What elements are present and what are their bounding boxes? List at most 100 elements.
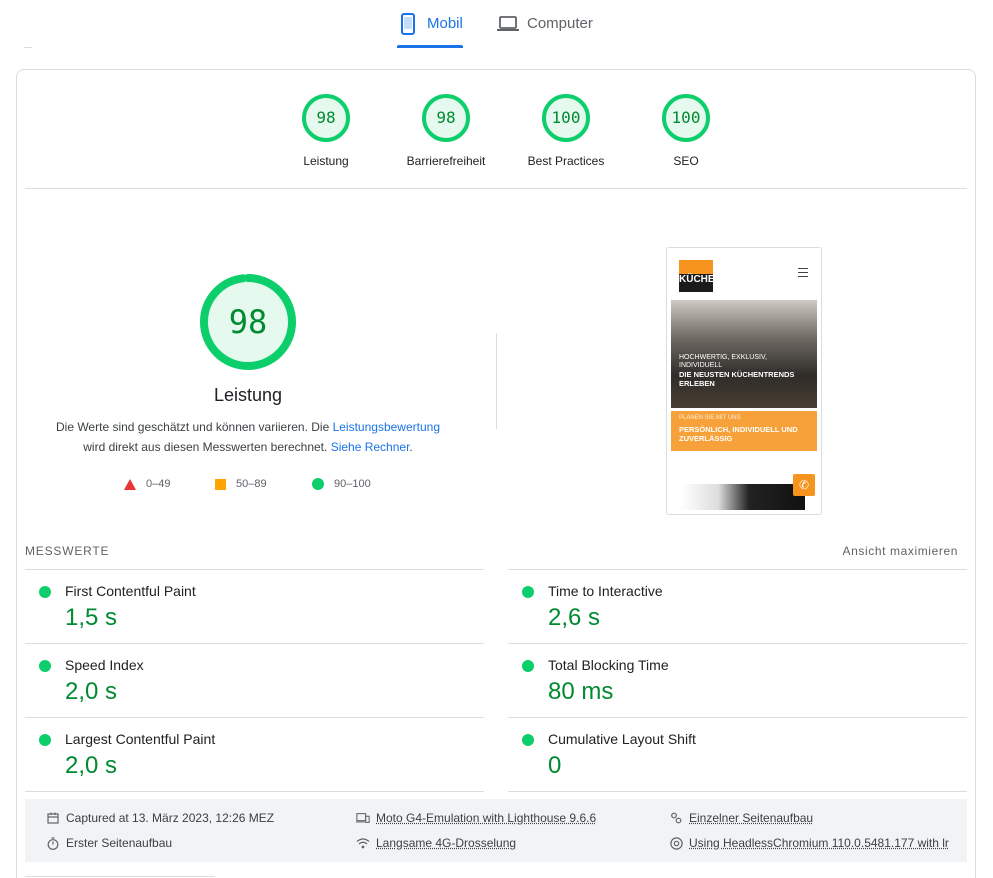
pass-circle-icon [39,586,51,598]
category-gauge[interactable]: 98 Leistung [266,92,386,168]
tab-desktop-label: Computer [527,10,593,38]
category-score: 98 [266,92,386,144]
divider [25,876,215,877]
single-session-text: Einzelner Seitenaufbau [689,811,813,825]
hero-subtitle: HOCHWERTIG, EXKLUSIV, INDIVIDUELL [679,354,779,370]
performance-title: Leistung [148,385,348,406]
browser-version[interactable]: Using HeadlessChromium 110.0.5481.177 wi… [669,835,949,851]
divider [24,47,32,48]
smartphone-icon [397,10,419,38]
metric-value: 2,0 s [65,678,117,706]
metric-title: Largest Contentful Paint [65,731,215,747]
metric-value: 2,0 s [65,752,117,780]
category-gauge[interactable]: 100 Best Practices [506,92,626,168]
pass-circle-icon [522,586,534,598]
hero-title: DIE NEUSTEN KÜCHENTRENDS ERLEBEN [679,370,809,388]
metric-tbt: Total Blocking Time 80 ms [508,643,967,717]
scoring-link[interactable]: Leistungsbewertung [333,420,440,434]
site-logo-text: KÜCHE [679,274,713,292]
captured-at: Captured at 13. März 2023, 12:26 MEZ [46,810,274,826]
circle-icon [312,478,324,490]
metric-fcp: First Contentful Paint 1,5 s [25,569,484,643]
metric-value: 1,5 s [65,604,117,632]
category-label: Leistung [266,154,386,168]
legend-average: 50–89 [215,476,267,492]
triangle-icon [124,479,136,490]
legend-fail: 0–49 [124,476,170,492]
session-icon [669,811,683,825]
wifi-icon [356,836,370,850]
promo-banner: PLANEN SIE MIT UNS PERSÖNLICH, INDIVIDUE… [671,411,817,451]
square-icon [215,479,226,490]
initial-load: Erster Seitenaufbau [46,835,172,851]
hero-image: HOCHWERTIG, EXKLUSIV, INDIVIDUELL DIE NE… [671,300,817,408]
final-screenshot[interactable]: KÜCHE HOCHWERTIG, EXKLUSIV, INDIVIDUELL … [666,247,822,515]
tab-mobile-label: Mobil [427,10,463,38]
desc-text: . [409,440,412,454]
category-score: 100 [626,92,746,144]
category-label: Barrierefreiheit [386,154,506,168]
promo-title: PERSÖNLICH, INDIVIDUELL UND ZUVERLÄSSIG [679,425,809,443]
emulated-device-text: Moto G4-Emulation with Lighthouse 9.6.6 [376,811,596,825]
pass-circle-icon [522,660,534,672]
chrome-icon [669,836,683,850]
pass-circle-icon [522,734,534,746]
metric-tti: Time to Interactive 2,6 s [508,569,967,643]
category-score: 98 [386,92,506,144]
kitchen-image [681,484,805,510]
legend-average-label: 50–89 [236,478,267,490]
divider [25,791,484,792]
category-label: SEO [626,154,746,168]
category-gauge[interactable]: 100 SEO [626,92,746,168]
metric-value: 2,6 s [548,604,600,632]
promo-subtitle: PLANEN SIE MIT UNS [679,415,741,421]
desc-text: Die Werte sind geschätzt und können vari… [56,420,333,434]
category-label: Best Practices [506,154,626,168]
category-gauges: 98 Leistung 98 Barrierefreiheit 100 Best Prac… [266,92,726,172]
calculator-link[interactable]: Siehe Rechner [331,440,410,454]
category-score: 100 [506,92,626,144]
legend-pass-label: 90–100 [334,478,371,490]
metric-lcp: Largest Contentful Paint 2,0 s [25,717,484,791]
divider [508,791,967,792]
network-throttling-text: Langsame 4G-Drosselung [376,836,516,850]
single-session[interactable]: Einzelner Seitenaufbau [669,810,813,826]
score-description: Die Werte sind geschätzt und können vari… [40,417,456,457]
desc-text: wird direkt aus diesen Messwerten berech… [83,440,330,454]
metric-si: Speed Index 2,0 s [25,643,484,717]
site-logo [679,260,713,274]
devices-icon [356,811,370,825]
tab-desktop[interactable]: Computer [497,10,607,48]
calendar-icon [46,811,60,825]
runtime-settings: Captured at 13. März 2023, 12:26 MEZ Ers… [25,799,967,862]
divider [25,188,967,189]
metric-title: Speed Index [65,657,144,673]
device-tabs: Mobil Computer [0,0,993,48]
expand-view-toggle[interactable]: Ansicht maximieren [842,544,958,558]
stopwatch-icon [46,836,60,850]
legend-pass: 90–100 [312,476,371,492]
emulated-device[interactable]: Moto G4-Emulation with Lighthouse 9.6.6 [356,810,596,826]
pass-circle-icon [39,734,51,746]
metrics-header: MESSWERTE [25,544,109,558]
initial-load-text: Erster Seitenaufbau [66,836,172,850]
network-throttling[interactable]: Langsame 4G-Drosselung [356,835,516,851]
metric-title: Time to Interactive [548,583,663,599]
metric-cls: Cumulative Layout Shift 0 [508,717,967,791]
metric-title: Total Blocking Time [548,657,669,673]
metric-title: First Contentful Paint [65,583,196,599]
performance-score: 98 [200,274,296,370]
phone-icon: ✆ [793,474,815,496]
laptop-icon [497,10,519,38]
category-gauge[interactable]: 98 Barrierefreiheit [386,92,506,168]
browser-version-text: Using HeadlessChromium 110.0.5481.177 wi… [689,836,949,850]
legend-fail-label: 0–49 [146,478,170,490]
captured-at-text: Captured at 13. März 2023, 12:26 MEZ [66,811,274,825]
divider [496,333,497,429]
metric-title: Cumulative Layout Shift [548,731,696,747]
metric-value: 80 ms [548,678,613,706]
metric-value: 0 [548,752,561,780]
pass-circle-icon [39,660,51,672]
tab-mobile[interactable]: Mobil [397,10,463,48]
hamburger-menu-icon [798,268,808,277]
